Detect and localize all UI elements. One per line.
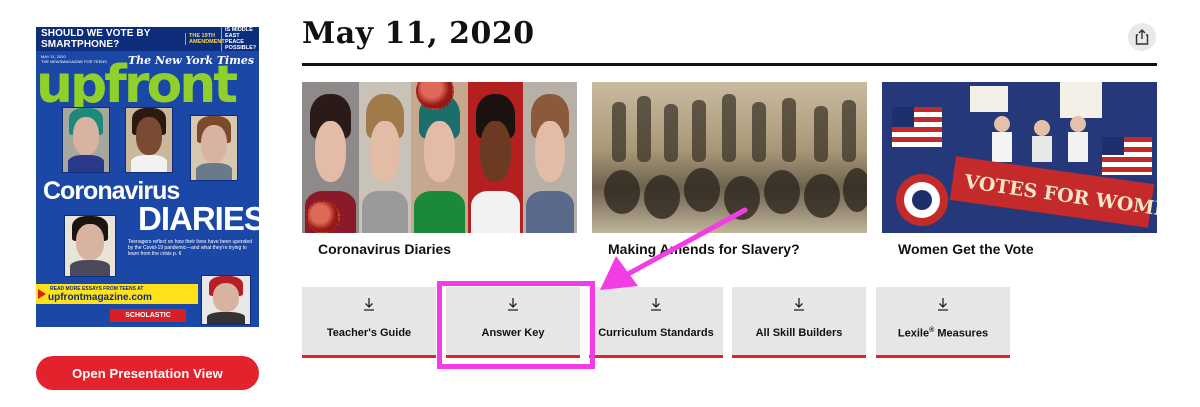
cover-banner-line-1: READ MORE ESSAYS FROM TEENS AT [50,286,144,292]
cover-photo [190,115,238,181]
cover-logo: upfront [36,55,238,115]
lexile-measures-label: Lexile® Measures [876,327,1010,340]
download-icon [938,298,948,311]
share-icon [1135,29,1149,45]
photo-strip [468,82,523,233]
share-button[interactable] [1128,23,1156,51]
header-divider [302,63,1157,66]
article-card[interactable]: VOTES FOR WOMEN Women Get the Vote [882,82,1157,257]
article-card[interactable]: Making Amends for Slavery? [592,82,867,257]
cover-title-line-2: DIARIES [138,200,259,237]
photo-strip [523,82,577,233]
all-skill-builders-button[interactable]: All Skill Builders [732,287,866,358]
curriculum-standards-label: Curriculum Standards [598,327,714,339]
cover-banner: READ MORE ESSAYS FROM TEENS AT upfrontma… [36,284,198,304]
article-thumbnail[interactable] [302,82,577,233]
article-card[interactable]: Coronavirus Diaries [302,82,577,257]
cover-top-bar: SHOULD WE VOTE BY SMARTPHONE? THE 19TH A… [36,27,259,51]
cover-blurb: Teenagers reflect on how their lives hav… [128,239,252,257]
download-icon [364,298,374,311]
all-skill-builders-label: All Skill Builders [755,327,843,339]
lexile-label-tail: Measures [934,327,989,340]
article-title[interactable]: Women Get the Vote [882,241,1157,257]
cover-photo [62,107,110,173]
cover-headline-question: SHOULD WE VOTE BY SMARTPHONE? [41,28,151,50]
article-thumbnail[interactable]: VOTES FOR WOMEN [882,82,1157,233]
curriculum-standards-button[interactable]: Curriculum Standards [589,287,723,358]
lexile-label-main: Lexile [897,327,930,340]
highlight-box [437,281,595,369]
cover-banner-line-2: upfrontmagazine.com [48,292,152,303]
photo-strip [359,82,411,233]
teachers-guide-button[interactable]: Teacher's Guide [302,287,436,358]
teachers-guide-label: Teacher's Guide [326,327,412,339]
article-title[interactable]: Coronavirus Diaries [302,241,577,257]
open-presentation-view-button[interactable]: Open Presentation View [36,356,259,390]
download-icon [651,298,661,311]
historic-photo [604,94,867,220]
lexile-measures-button[interactable]: Lexile® Measures [876,287,1010,358]
magazine-cover[interactable]: SHOULD WE VOTE BY SMARTPHONE? THE 19TH A… [36,27,259,327]
cover-side-teaser-1: THE 19TH AMENDMENT [185,33,225,45]
article-title[interactable]: Making Amends for Slavery? [592,241,867,257]
cover-photo [201,275,251,325]
download-icon [794,298,804,311]
article-thumbnail[interactable] [592,82,867,233]
page-title: May 11, 2020 [302,16,535,51]
cover-photo [64,215,116,277]
cover-photo [125,107,173,173]
cover-side-teaser-2: IS MIDDLE EAST PEACE POSSIBLE? [221,27,259,51]
suffrage-illustration: VOTES FOR WOMEN [882,82,1157,233]
arrow-icon [38,289,46,299]
publisher-logo: SCHOLASTIC [110,309,186,322]
virus-graphic [306,200,340,233]
